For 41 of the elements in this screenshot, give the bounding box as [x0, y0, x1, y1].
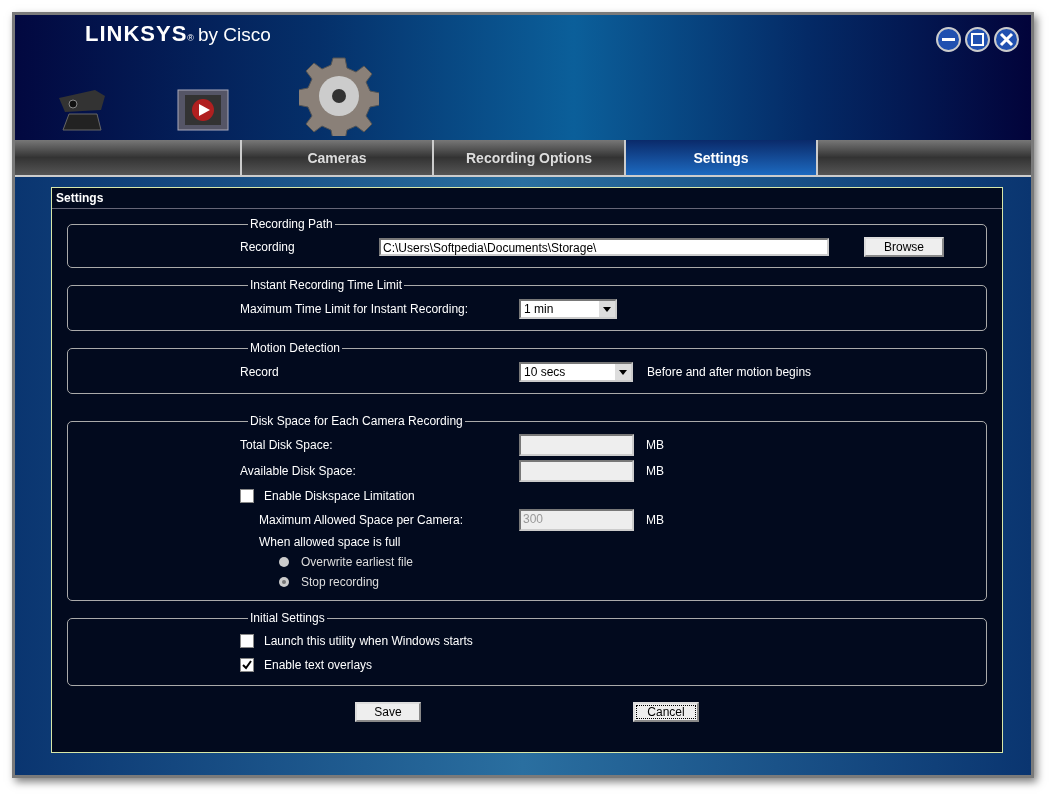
- radio-label: Overwrite earliest file: [301, 555, 414, 569]
- field-label: Total Disk Space:: [240, 438, 334, 452]
- dialog-button[interactable]: Cancel: [633, 702, 699, 722]
- note-text: Before and after motion begins: [647, 365, 812, 379]
- unit-label: MB: [646, 513, 664, 527]
- unit-label: MB: [646, 438, 664, 452]
- field-label: Maximum Allowed Space per Camera:: [259, 513, 465, 527]
- brand-logo: LINKSYS: [85, 21, 188, 47]
- minimize-button[interactable]: [936, 27, 961, 52]
- path-field[interactable]: C:\Users\Softpedia\Documents\Storage\: [379, 238, 829, 256]
- panel-title: Settings: [52, 188, 1002, 209]
- checkbox[interactable]: [240, 658, 254, 672]
- dropdown[interactable]: 1 min: [519, 299, 617, 319]
- field-label: Maximum Time Limit for Instant Recording:: [240, 302, 470, 316]
- tab[interactable]: Cameras: [240, 140, 432, 175]
- video-icon[interactable]: [177, 88, 229, 132]
- dialog-button[interactable]: Save: [355, 702, 421, 722]
- checkbox[interactable]: [240, 634, 254, 648]
- unit-label: MB: [646, 464, 664, 478]
- registered-mark: ®: [187, 33, 194, 43]
- group-title: Disk Space for Each Camera Recording: [249, 414, 464, 428]
- brand-suffix: by Cisco: [198, 24, 271, 46]
- close-button[interactable]: [994, 27, 1019, 52]
- group-title: Initial Settings: [249, 611, 326, 625]
- radio-label: Stop recording: [301, 575, 380, 589]
- group-title: Instant Recording Time Limit: [249, 278, 404, 292]
- group-title: Motion Detection: [249, 341, 342, 355]
- checkbox[interactable]: [240, 489, 254, 503]
- field-label: Record: [240, 365, 280, 379]
- field-label: Recording: [240, 240, 296, 254]
- checkbox-label: Enable text overlays: [264, 658, 373, 672]
- group-title: Recording Path: [249, 217, 334, 231]
- browse-button[interactable]: Browse: [864, 237, 944, 257]
- field-label: Available Disk Space:: [240, 464, 357, 478]
- tab[interactable]: Settings: [624, 140, 818, 175]
- option-heading: When allowed space is full: [259, 535, 401, 549]
- checkbox-label: Enable Diskspace Limitation: [264, 489, 415, 503]
- dropdown[interactable]: 10 secs: [519, 362, 633, 382]
- maximize-button[interactable]: [965, 27, 990, 52]
- checkbox-label: Launch this utility when Windows starts: [264, 634, 473, 648]
- gear-icon[interactable]: [299, 56, 379, 136]
